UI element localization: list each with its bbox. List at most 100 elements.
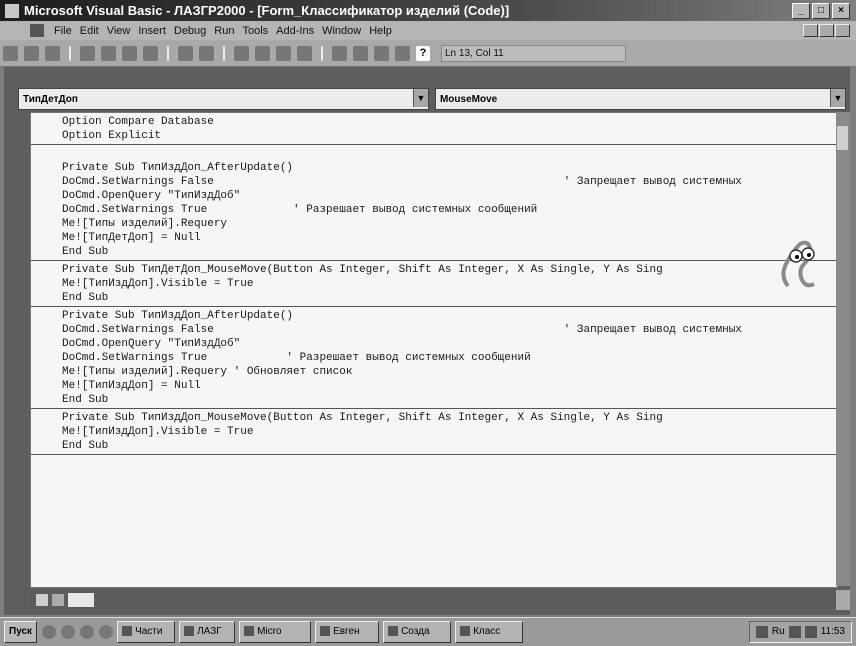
task-button-evgen[interactable]: Евген [315,621,380,643]
run-icon[interactable] [234,45,249,61]
quicklaunch-mail-icon[interactable] [80,625,95,639]
system-tray: Ru 11:53 [748,621,852,643]
task-button-create[interactable]: Созда [383,621,452,643]
code-line[interactable]: DoCmd.SetWarnings False ' Запрещает выво… [31,175,837,189]
menu-addins[interactable]: Add-Ins [272,25,318,37]
keyboard-icon[interactable] [755,626,768,638]
procedure-view-button[interactable] [36,594,48,606]
code-line[interactable]: DoCmd.SetWarnings True ' Разрешает вывод… [31,351,837,365]
quicklaunch-app-icon[interactable] [99,625,114,639]
code-line[interactable]: End Sub [31,439,837,453]
minimize-button[interactable]: _ [792,3,810,19]
task-button-microsoft[interactable]: Micro [239,621,312,643]
code-line[interactable]: Option Explicit [31,129,837,143]
procedure-block: Option Compare Database Option Explicit [31,113,837,145]
menu-window[interactable]: Window [318,25,365,37]
code-editor[interactable]: Option Compare Database Option Explicit Pr… [30,112,838,588]
procedure-block: Private Sub ТипИздДоп_MouseMove(Button A… [31,409,837,455]
properties-icon[interactable] [353,45,368,61]
menu-run[interactable]: Run [210,25,238,37]
code-line[interactable]: DoCmd.OpenQuery "ТипИздДоб" [31,337,837,351]
reset-icon[interactable] [276,45,291,61]
code-line[interactable]: End Sub [31,291,837,305]
procedure-block: Private Sub ТипИздДоп_AfterUpdate() DoCmd… [31,145,837,261]
menu-tools[interactable]: Tools [238,25,272,37]
volume-icon[interactable] [788,626,801,638]
code-line[interactable]: DoCmd.SetWarnings True ' Разрешает вывод… [31,203,837,217]
help-icon[interactable]: ? [416,45,430,61]
vertical-scrollbar[interactable] [836,112,850,586]
menu-view[interactable]: View [103,25,135,37]
code-line[interactable]: Me![ТипИздДоп].Visible = True [31,425,837,439]
code-line[interactable]: DoCmd.SetWarnings False ' Запрещает выво… [31,323,837,337]
code-line[interactable]: Me![ТипДетДоп] = Null [31,231,837,245]
code-line[interactable]: Private Sub ТипИздДоп_MouseMove(Button A… [31,411,837,425]
office-assistant-icon[interactable] [774,236,826,292]
object-browser-icon[interactable] [374,45,389,61]
redo-icon[interactable] [199,45,214,61]
vertical-scroll-thumb[interactable] [837,126,848,150]
code-line[interactable]: End Sub [31,245,837,259]
quicklaunch-browser-icon[interactable] [61,625,76,639]
save-icon[interactable] [45,45,60,61]
start-button[interactable]: Пуск [4,621,38,643]
full-module-view-button[interactable] [52,594,64,606]
title-bar[interactable]: Microsoft Visual Basic - ЛАЗГР2000 - [Fo… [0,0,856,21]
code-line[interactable]: Me![Типы изделий].Requery ' Обновляет сп… [31,365,837,379]
close-button[interactable]: × [832,3,850,19]
vba-app-icon[interactable] [4,2,20,19]
size-grip[interactable] [836,590,850,610]
object-combo[interactable]: ТипДетДоп ▼ [18,88,430,110]
toolbar-separator [321,45,323,61]
code-line[interactable]: End Sub [31,393,837,407]
maximize-button[interactable]: □ [812,3,830,19]
menu-insert[interactable]: Insert [134,25,170,37]
procedure-combo[interactable]: MouseMove ▼ [434,88,846,110]
find-icon[interactable] [143,45,158,61]
menu-debug[interactable]: Debug [170,25,210,37]
document-icon[interactable] [30,24,44,37]
mdi-close-button[interactable] [835,24,850,37]
break-icon[interactable] [255,45,270,61]
horizontal-scroll-thumb[interactable] [68,593,94,607]
undo-icon[interactable] [178,45,193,61]
view-access-icon[interactable] [3,45,18,61]
code-line[interactable]: Private Sub ТипИздДоп_AfterUpdate() [31,309,837,323]
vba-icon [244,626,255,637]
project-explorer-icon[interactable] [332,45,347,61]
menu-help[interactable]: Help [365,25,396,37]
mdi-restore-button[interactable] [819,24,834,37]
code-line[interactable]: Option Compare Database [31,115,837,129]
code-line[interactable] [31,147,837,161]
mdi-minimize-button[interactable] [803,24,818,37]
chevron-down-icon[interactable]: ▼ [829,89,845,107]
network-icon[interactable] [804,626,817,638]
form-icon [460,626,471,637]
procedure-combo-value: MouseMove [439,93,498,105]
language-indicator[interactable]: Ru [772,622,785,642]
toolbar-separator [69,45,71,61]
toolbox-icon[interactable] [395,45,410,61]
insert-module-icon[interactable] [24,45,39,61]
task-button-classifier[interactable]: Класс [455,621,524,643]
chevron-down-icon[interactable]: ▼ [413,89,429,107]
task-button-parts[interactable]: Части [117,621,176,643]
code-line[interactable]: DoCmd.OpenQuery "ТипИздДоб" [31,189,837,203]
code-line[interactable]: Me![ТипИздДоп].Visible = True [31,277,837,291]
task-button-lazg[interactable]: ЛАЗГ [179,621,236,643]
toolbar-separator [167,45,169,61]
word-icon [320,626,331,637]
procedure-block: Private Sub ТипДетДоп_MouseMove(Button A… [31,261,837,307]
quicklaunch-desktop-icon[interactable] [42,625,57,639]
design-mode-icon[interactable] [297,45,312,61]
code-line[interactable]: Me![Типы изделий].Requery [31,217,837,231]
menu-edit[interactable]: Edit [76,25,103,37]
cut-icon[interactable] [80,45,95,61]
paste-icon[interactable] [122,45,137,61]
code-line[interactable]: Private Sub ТипИздДоп_AfterUpdate() [31,161,837,175]
code-line[interactable]: Private Sub ТипДетДоп_MouseMove(Button A… [31,263,837,277]
horizontal-scrollbar[interactable] [30,590,836,610]
copy-icon[interactable] [101,45,116,61]
code-line[interactable]: Me![ТипИздДоп] = Null [31,379,837,393]
menu-file[interactable]: File [50,25,76,37]
